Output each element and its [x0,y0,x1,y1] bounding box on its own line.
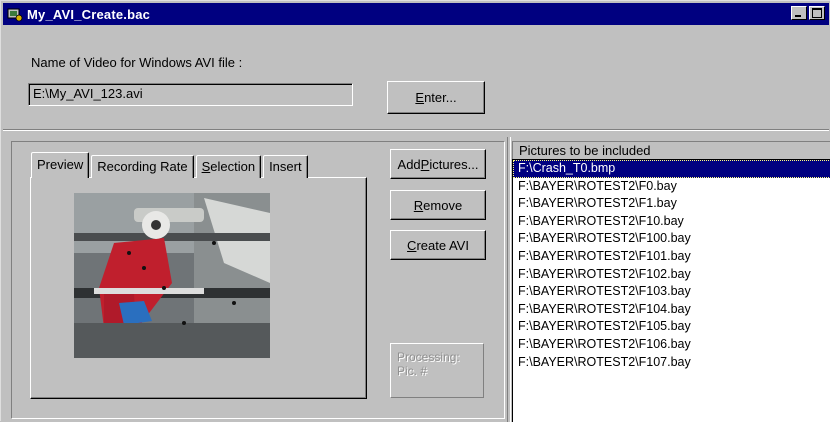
create-avi-button[interactable]: Create AVI [390,230,486,260]
list-item[interactable]: F:\BAYER\ROTEST2\F10.bay [513,213,830,231]
remove-label: emove [423,197,463,213]
tab-strip: Preview Recording Rate Selection Insert [31,152,310,178]
caption-buttons [789,6,825,20]
pictures-list-header: Pictures to be included [512,141,830,159]
list-item[interactable]: F:\BAYER\ROTEST2\F0.bay [513,178,830,196]
list-item[interactable]: F:\Crash_T0.bmp [513,160,830,178]
preview-image [74,193,270,358]
tab-preview[interactable]: Preview [31,152,90,178]
avi-file-label: Name of Video for Windows AVI file : [31,55,243,70]
list-item[interactable]: F:\BAYER\ROTEST2\F106.bay [513,336,830,354]
add-pictures-button[interactable]: Add Pictures... [390,149,486,179]
list-item[interactable]: F:\BAYER\ROTEST2\F100.bay [513,230,830,248]
processing-status: Processing: Pic. # [390,343,484,398]
list-item[interactable]: F:\BAYER\ROTEST2\F107.bay [513,354,830,372]
list-item[interactable]: F:\BAYER\ROTEST2\F1.bay [513,195,830,213]
list-item[interactable]: F:\BAYER\ROTEST2\F103.bay [513,283,830,301]
avi-app-icon [7,6,23,22]
enter-accel: E [415,90,425,105]
avi-file-input[interactable]: E:\My_AVI_123.avi [28,83,353,106]
minimize-icon[interactable] [791,6,807,20]
window-title: My_AVI_Create.bac [27,6,151,22]
add-pictures-label: ictures... [429,156,479,172]
remove-accel: R [413,197,424,213]
section-divider [3,129,829,131]
tab-selection[interactable]: Selection [195,155,262,178]
list-item[interactable]: F:\BAYER\ROTEST2\F104.bay [513,301,830,319]
add-pictures-pre: Add [397,156,421,172]
enter-button[interactable]: Enter... [387,81,485,114]
add-pictures-accel: P [420,156,430,172]
create-avi-accel: C [407,237,417,253]
tab-recording-rate[interactable]: Recording Rate [91,155,194,178]
tab-selection-accel: S [201,159,211,174]
maximize-icon[interactable] [809,6,825,20]
list-item[interactable]: F:\BAYER\ROTEST2\F105.bay [513,318,830,336]
list-item[interactable]: F:\BAYER\ROTEST2\F102.bay [513,266,830,284]
panel-separator [507,137,511,422]
processing-line2: Pic. # [397,364,428,378]
tab-preview-label: Preview [37,157,84,172]
list-item[interactable]: F:\BAYER\ROTEST2\F101.bay [513,248,830,266]
create-avi-label: reate AVI [416,237,469,253]
tab-insert[interactable]: Insert [263,155,308,178]
pictures-listbox[interactable]: F:\Crash_T0.bmp F:\BAYER\ROTEST2\F0.bay … [512,159,830,422]
enter-label: nter... [424,90,457,105]
app-window: My_AVI_Create.bac Name of Video for Wind… [0,0,830,422]
tab-insert-label: Insert [269,159,302,174]
tab-recording-rate-label: Recording Rate [97,159,188,174]
title-bar[interactable]: My_AVI_Create.bac [3,3,829,25]
tab-selection-label: election [210,159,256,174]
remove-button[interactable]: Remove [390,190,486,220]
processing-line1: Processing: [397,350,460,364]
